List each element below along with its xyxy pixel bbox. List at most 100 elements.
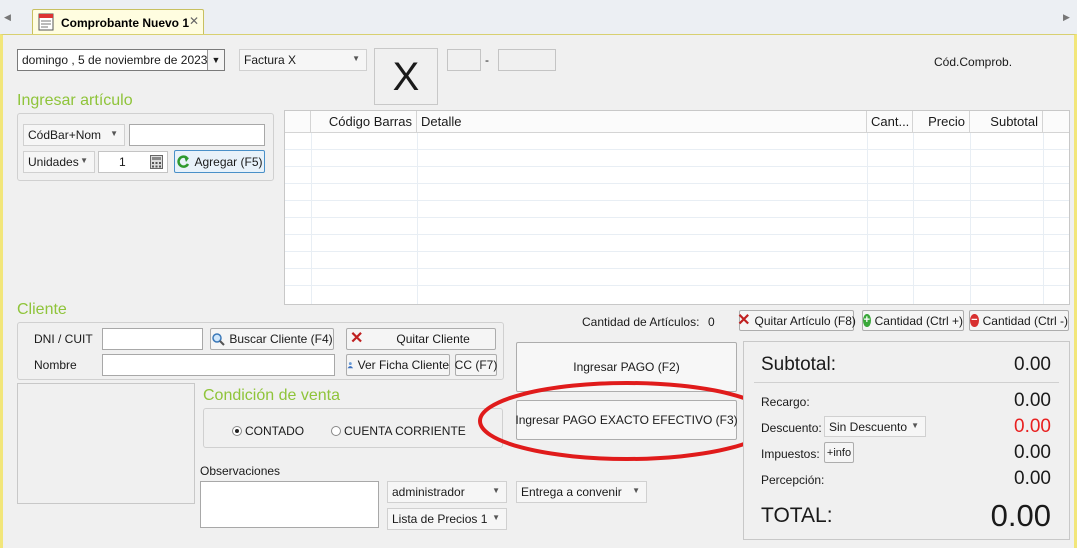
- lista-precios-value: Lista de Precios 1: [392, 512, 488, 526]
- chevron-down-icon: ▼: [911, 421, 919, 430]
- cantidad-minus-button[interactable]: − Cantidad (Ctrl -): [969, 310, 1069, 331]
- grid-col-subtotal[interactable]: Subtotal: [970, 111, 1043, 132]
- grid-col-selector[interactable]: [285, 111, 311, 132]
- doc-type-select[interactable]: Factura X ▼: [239, 49, 367, 71]
- table-row: [285, 252, 1069, 269]
- document-icon: [38, 13, 54, 31]
- nombre-label: Nombre: [34, 358, 77, 372]
- unit-value: Unidades: [28, 155, 79, 169]
- cantidad-minus-label: Cantidad (Ctrl -): [982, 313, 1068, 328]
- search-mode-value: CódBar+Nom: [28, 128, 102, 142]
- calculator-icon[interactable]: [150, 155, 163, 169]
- cod-comprob-label: Cód.Comprob.: [934, 55, 1013, 69]
- chevron-down-icon: ▼: [110, 129, 118, 138]
- agregar-label: Agregar (F5): [194, 154, 263, 169]
- number-separator: -: [485, 53, 489, 67]
- ingresar-articulo-title: Ingresar artículo: [17, 92, 133, 109]
- vendedor-select[interactable]: administrador ▼: [387, 481, 507, 503]
- entrega-select[interactable]: Entrega a convenir ▼: [516, 481, 647, 503]
- cc-label: CC (F7): [454, 358, 498, 372]
- tab-label: Comprobante Nuevo 1: [61, 16, 190, 30]
- quitar-cliente-label: Quitar Cliente: [396, 332, 470, 346]
- condicion-venta-title: Condición de venta: [203, 387, 340, 404]
- chevron-down-icon: ▼: [492, 486, 500, 495]
- tab-close-icon[interactable]: ✕: [189, 14, 199, 28]
- scroll-right-icon[interactable]: ▶: [1063, 12, 1070, 23]
- grid-col-detalle[interactable]: Detalle: [417, 111, 867, 132]
- tab-strip: ◀ Comprobante Nuevo 1 ✕ ▶: [0, 0, 1077, 35]
- buscar-cliente-button[interactable]: Buscar Cliente (F4): [210, 328, 334, 350]
- nombre-input[interactable]: [102, 354, 335, 376]
- totals-divider: [754, 382, 1059, 383]
- doc-type-value: Factura X: [244, 53, 297, 67]
- grid-col-precio[interactable]: Precio: [913, 111, 970, 132]
- percepcion-value: 0.00: [1014, 468, 1051, 489]
- quitar-cliente-button[interactable]: ✕ Quitar Cliente: [346, 328, 496, 350]
- ver-ficha-label: Ver Ficha Cliente: [357, 358, 449, 372]
- document-number-field[interactable]: [498, 49, 556, 71]
- unit-select[interactable]: Unidades ▼: [23, 151, 95, 173]
- calendar-dropdown-icon[interactable]: ▼: [207, 50, 224, 70]
- letter-box: X: [374, 48, 438, 105]
- article-search-input[interactable]: [129, 124, 265, 146]
- chevron-down-icon: ▼: [492, 513, 500, 522]
- quitar-articulo-label: Quitar Artículo (F8): [754, 313, 856, 328]
- recargo-value: 0.00: [1014, 390, 1051, 411]
- radio-empty-icon: [331, 426, 341, 436]
- items-grid[interactable]: Código Barras Detalle Cant... Precio Sub…: [284, 110, 1070, 305]
- vendedor-value: administrador: [392, 485, 465, 499]
- grid-col-codigo[interactable]: Código Barras: [311, 111, 417, 132]
- remove-x-icon: ✕: [350, 330, 364, 347]
- scroll-left-icon[interactable]: ◀: [4, 12, 11, 23]
- point-of-sale-field[interactable]: [447, 49, 481, 71]
- quantity-value: 1: [119, 155, 126, 169]
- add-arrow-icon: [177, 154, 190, 168]
- total-value: 0.00: [990, 498, 1051, 533]
- grid-col-cantidad[interactable]: Cant...: [867, 111, 913, 132]
- lista-precios-select[interactable]: Lista de Precios 1 ▼: [387, 508, 507, 530]
- chevron-down-icon: ▼: [352, 54, 360, 63]
- cantidad-plus-label: Cantidad (Ctrl +): [874, 313, 963, 328]
- radio-selected-icon: [232, 426, 242, 436]
- info-button[interactable]: +info: [824, 442, 854, 463]
- date-value: domingo , 5 de noviembre de 2023: [22, 53, 208, 67]
- search-mode-select[interactable]: CódBar+Nom ▼: [23, 124, 125, 146]
- date-picker[interactable]: domingo , 5 de noviembre de 2023 ▼: [17, 49, 225, 71]
- highlight-ellipse: [478, 381, 776, 461]
- percepcion-label: Percepción:: [761, 473, 825, 487]
- table-row: [285, 269, 1069, 286]
- impuestos-label: Impuestos:: [761, 447, 820, 461]
- dni-input[interactable]: [102, 328, 203, 350]
- ver-ficha-cliente-button[interactable]: Ver Ficha Cliente: [346, 354, 450, 376]
- total-label: TOTAL:: [761, 504, 833, 527]
- descuento-value: 0.00: [1014, 416, 1051, 437]
- observaciones-textarea[interactable]: [200, 481, 379, 528]
- cantidad-plus-button[interactable]: + Cantidad (Ctrl +): [862, 310, 964, 331]
- recargo-label: Recargo:: [761, 395, 810, 409]
- quitar-articulo-button[interactable]: ✕ Quitar Artículo (F8): [737, 310, 856, 331]
- remove-x-icon: ✕: [737, 311, 751, 329]
- dni-label: DNI / CUIT: [34, 332, 93, 346]
- table-row: [285, 201, 1069, 218]
- table-row: [285, 218, 1069, 235]
- cuenta-corriente-label: CUENTA CORRIENTE: [344, 424, 466, 438]
- entrega-value: Entrega a convenir: [521, 485, 622, 499]
- subtotal-value: 0.00: [1014, 354, 1051, 375]
- subtotal-label: Subtotal:: [761, 354, 836, 375]
- descuento-select[interactable]: Sin Descuento ▼: [824, 416, 926, 437]
- plus-circle-icon: +: [863, 314, 871, 327]
- agregar-button[interactable]: Agregar (F5): [174, 150, 265, 173]
- search-icon: [212, 333, 226, 346]
- quantity-field[interactable]: 1: [98, 151, 168, 173]
- cc-button[interactable]: CC (F7): [455, 354, 497, 376]
- contado-radio[interactable]: CONTADO: [232, 424, 304, 438]
- table-row: [285, 150, 1069, 167]
- contado-label: CONTADO: [245, 424, 305, 438]
- user-icon: [347, 362, 354, 369]
- table-row: [285, 133, 1069, 150]
- tab-comprobante-nuevo[interactable]: Comprobante Nuevo 1 ✕: [32, 9, 204, 35]
- descuento-select-value: Sin Descuento: [829, 420, 908, 434]
- ingresar-pago-label: Ingresar PAGO (F2): [573, 360, 680, 374]
- cuenta-corriente-radio[interactable]: CUENTA CORRIENTE: [331, 424, 466, 438]
- chevron-down-icon: ▼: [632, 486, 640, 495]
